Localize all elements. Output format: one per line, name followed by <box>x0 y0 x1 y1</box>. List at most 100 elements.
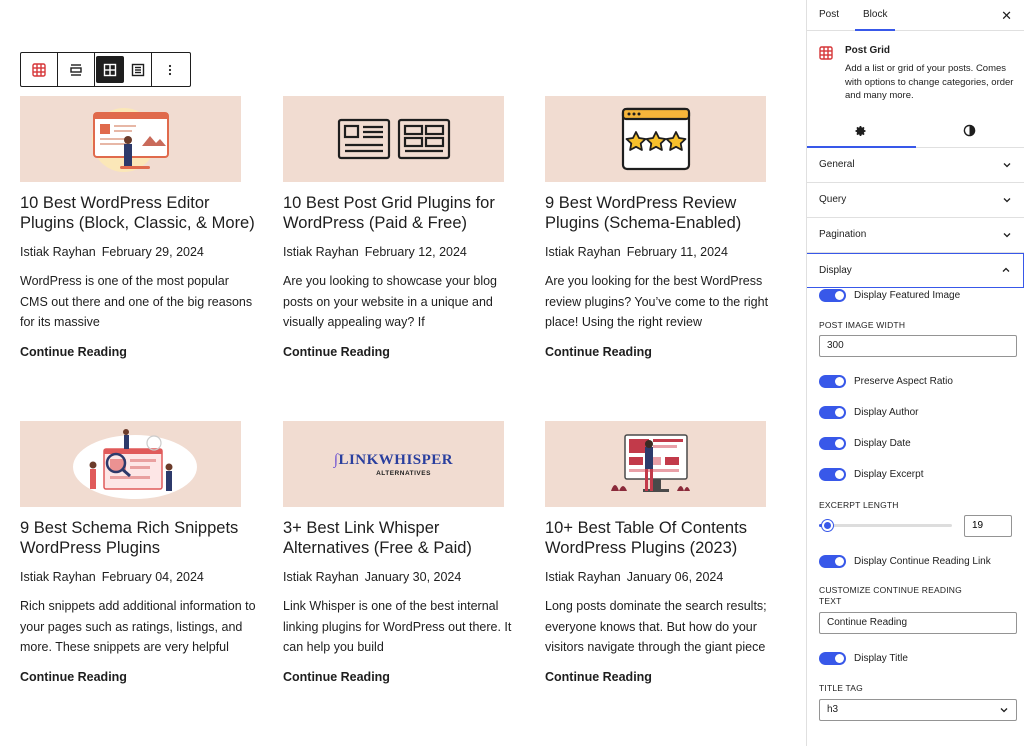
post-title[interactable]: 10+ Best Table Of Contents WordPress Plu… <box>545 519 785 558</box>
tab-styles[interactable] <box>916 115 1024 147</box>
post-date: February 04, 2024 <box>101 570 204 584</box>
continue-reading-link[interactable]: Continue Reading <box>283 670 523 684</box>
post-excerpt: Are you looking for the best WordPress r… <box>545 274 769 329</box>
title-label: Display Title <box>854 653 908 664</box>
post-date: January 30, 2024 <box>364 570 462 584</box>
post-meta: Istiak Rayhan February 04, 2024 <box>20 570 260 584</box>
post-title[interactable]: 10 Best WordPress Editor Plugins (Block,… <box>20 194 260 233</box>
post-grid-illustration-icon <box>337 118 451 160</box>
post-title[interactable]: 10 Best Post Grid Plugins for WordPress … <box>283 194 523 233</box>
review-stars-illustration-icon <box>621 107 691 171</box>
settings-style-tabs <box>807 115 1024 148</box>
editor-canvas: 10 Best WordPress Editor Plugins (Block,… <box>0 0 806 746</box>
more-options-button[interactable] <box>152 53 188 86</box>
align-button[interactable] <box>58 53 94 86</box>
post-excerpt: WordPress is one of the most popular CMS… <box>20 274 253 329</box>
preserve-ratio-label: Preserve Aspect Ratio <box>854 376 953 387</box>
tab-block[interactable]: Block <box>851 9 899 31</box>
excerpt-length-input[interactable] <box>964 514 1012 537</box>
author-toggle[interactable] <box>819 406 846 419</box>
post-author[interactable]: Istiak Rayhan <box>283 245 359 259</box>
panel-general-label: General <box>819 159 855 170</box>
block-icon <box>819 46 833 103</box>
contrast-icon <box>963 124 976 137</box>
post-title[interactable]: 9 Best WordPress Review Plugins (Schema-… <box>545 194 785 233</box>
toggle-row-preserve-ratio: Preserve Aspect Ratio <box>819 372 1012 392</box>
toolbar-group-more <box>152 53 188 86</box>
date-toggle[interactable] <box>819 437 846 450</box>
continue-reading-link[interactable]: Continue Reading <box>545 670 785 684</box>
toggle-row-featured-image: Display Featured Image <box>819 286 1012 306</box>
continue-reading-link[interactable]: Continue Reading <box>545 345 785 359</box>
excerpt-label: Display Excerpt <box>854 469 924 480</box>
toggle-row-date: Display Date <box>819 434 1012 454</box>
panel-display[interactable]: Display <box>807 252 1024 288</box>
toolbar-group-align <box>58 53 95 86</box>
post-meta: Istiak Rayhan January 06, 2024 <box>545 570 785 584</box>
panel-query[interactable]: Query <box>807 183 1024 218</box>
excerpt-toggle[interactable] <box>819 468 846 481</box>
grid-icon <box>819 46 833 60</box>
list-view-button[interactable] <box>125 53 151 86</box>
post-title[interactable]: 9 Best Schema Rich Snippets WordPress Pl… <box>20 519 260 558</box>
post-thumbnail[interactable] <box>545 96 766 182</box>
continue-reading-link[interactable]: Continue Reading <box>20 670 260 684</box>
preserve-ratio-toggle[interactable] <box>819 375 846 388</box>
slider-handle[interactable] <box>822 520 833 531</box>
post-author[interactable]: Istiak Rayhan <box>20 570 96 584</box>
tab-settings[interactable] <box>807 115 916 148</box>
image-width-input[interactable] <box>819 334 1017 357</box>
post-meta: Istiak Rayhan February 12, 2024 <box>283 245 523 259</box>
toggle-row-continue-link: Display Continue Reading Link <box>819 552 1012 572</box>
settings-sidebar: Post Block ✕ Post Grid Add a list or gri… <box>806 0 1024 746</box>
post-thumbnail[interactable] <box>20 96 241 182</box>
post-thumbnail[interactable]: ∫LINKWHISPER ALTERNATIVES <box>283 421 504 507</box>
panel-pagination[interactable]: Pagination <box>807 218 1024 253</box>
continue-link-label: Display Continue Reading Link <box>854 556 991 567</box>
post-author[interactable]: Istiak Rayhan <box>20 245 96 259</box>
continue-text-input[interactable] <box>819 611 1017 634</box>
post-meta: Istiak Rayhan February 29, 2024 <box>20 245 260 259</box>
list-view-icon <box>131 63 145 76</box>
excerpt-length-label: EXCERPT LENGTH <box>819 499 899 510</box>
featured-image-toggle[interactable] <box>819 289 846 302</box>
post-thumbnail[interactable] <box>20 421 241 507</box>
post-card: 10+ Best Table Of Contents WordPress Plu… <box>545 421 785 684</box>
gear-icon <box>855 125 866 136</box>
block-description: Add a list or grid of your posts. Comes … <box>845 63 1014 101</box>
continue-text-label: CUSTOMIZE CONTINUE READING TEXT <box>819 584 962 606</box>
panel-query-label: Query <box>819 194 847 205</box>
toggle-row-author: Display Author <box>819 403 1012 423</box>
post-excerpt: Long posts dominate the search results; … <box>545 599 767 654</box>
post-title[interactable]: 3+ Best Link Whisper Alternatives (Free … <box>283 519 523 558</box>
block-type-button[interactable] <box>21 53 57 86</box>
display-panel-body: Display Featured Image POST IMAGE WIDTH … <box>807 286 1024 721</box>
continue-reading-link[interactable]: Continue Reading <box>20 345 260 359</box>
logo-text: LINKWHISPER <box>338 451 454 468</box>
post-thumbnail[interactable] <box>283 96 504 182</box>
block-name: Post Grid <box>845 45 891 56</box>
excerpt-length-control <box>819 514 1012 537</box>
post-author[interactable]: Istiak Rayhan <box>545 570 621 584</box>
panel-display-label: Display <box>819 264 852 276</box>
continue-reading-link[interactable]: Continue Reading <box>283 345 523 359</box>
post-author[interactable]: Istiak Rayhan <box>545 245 621 259</box>
toc-illustration-icon <box>611 434 690 492</box>
grid-view-button[interactable] <box>96 56 124 83</box>
toolbar-group-layout <box>95 53 152 86</box>
post-thumbnail[interactable] <box>545 421 766 507</box>
post-card: 10 Best Post Grid Plugins for WordPress … <box>283 96 523 359</box>
continue-link-toggle[interactable] <box>819 555 846 568</box>
author-label: Display Author <box>854 407 919 418</box>
post-excerpt: Rich snippets add additional information… <box>20 599 256 654</box>
panel-general[interactable]: General <box>807 148 1024 183</box>
tab-post[interactable]: Post <box>807 9 851 30</box>
grid-view-icon <box>103 63 117 76</box>
post-author[interactable]: Istiak Rayhan <box>283 570 359 584</box>
title-toggle[interactable] <box>819 652 846 665</box>
title-tag-value: h3 <box>827 704 839 715</box>
excerpt-length-slider[interactable] <box>819 520 952 531</box>
close-icon[interactable]: ✕ <box>1001 8 1012 24</box>
post-date: January 06, 2024 <box>626 570 724 584</box>
title-tag-select[interactable]: h3 <box>819 698 1017 721</box>
